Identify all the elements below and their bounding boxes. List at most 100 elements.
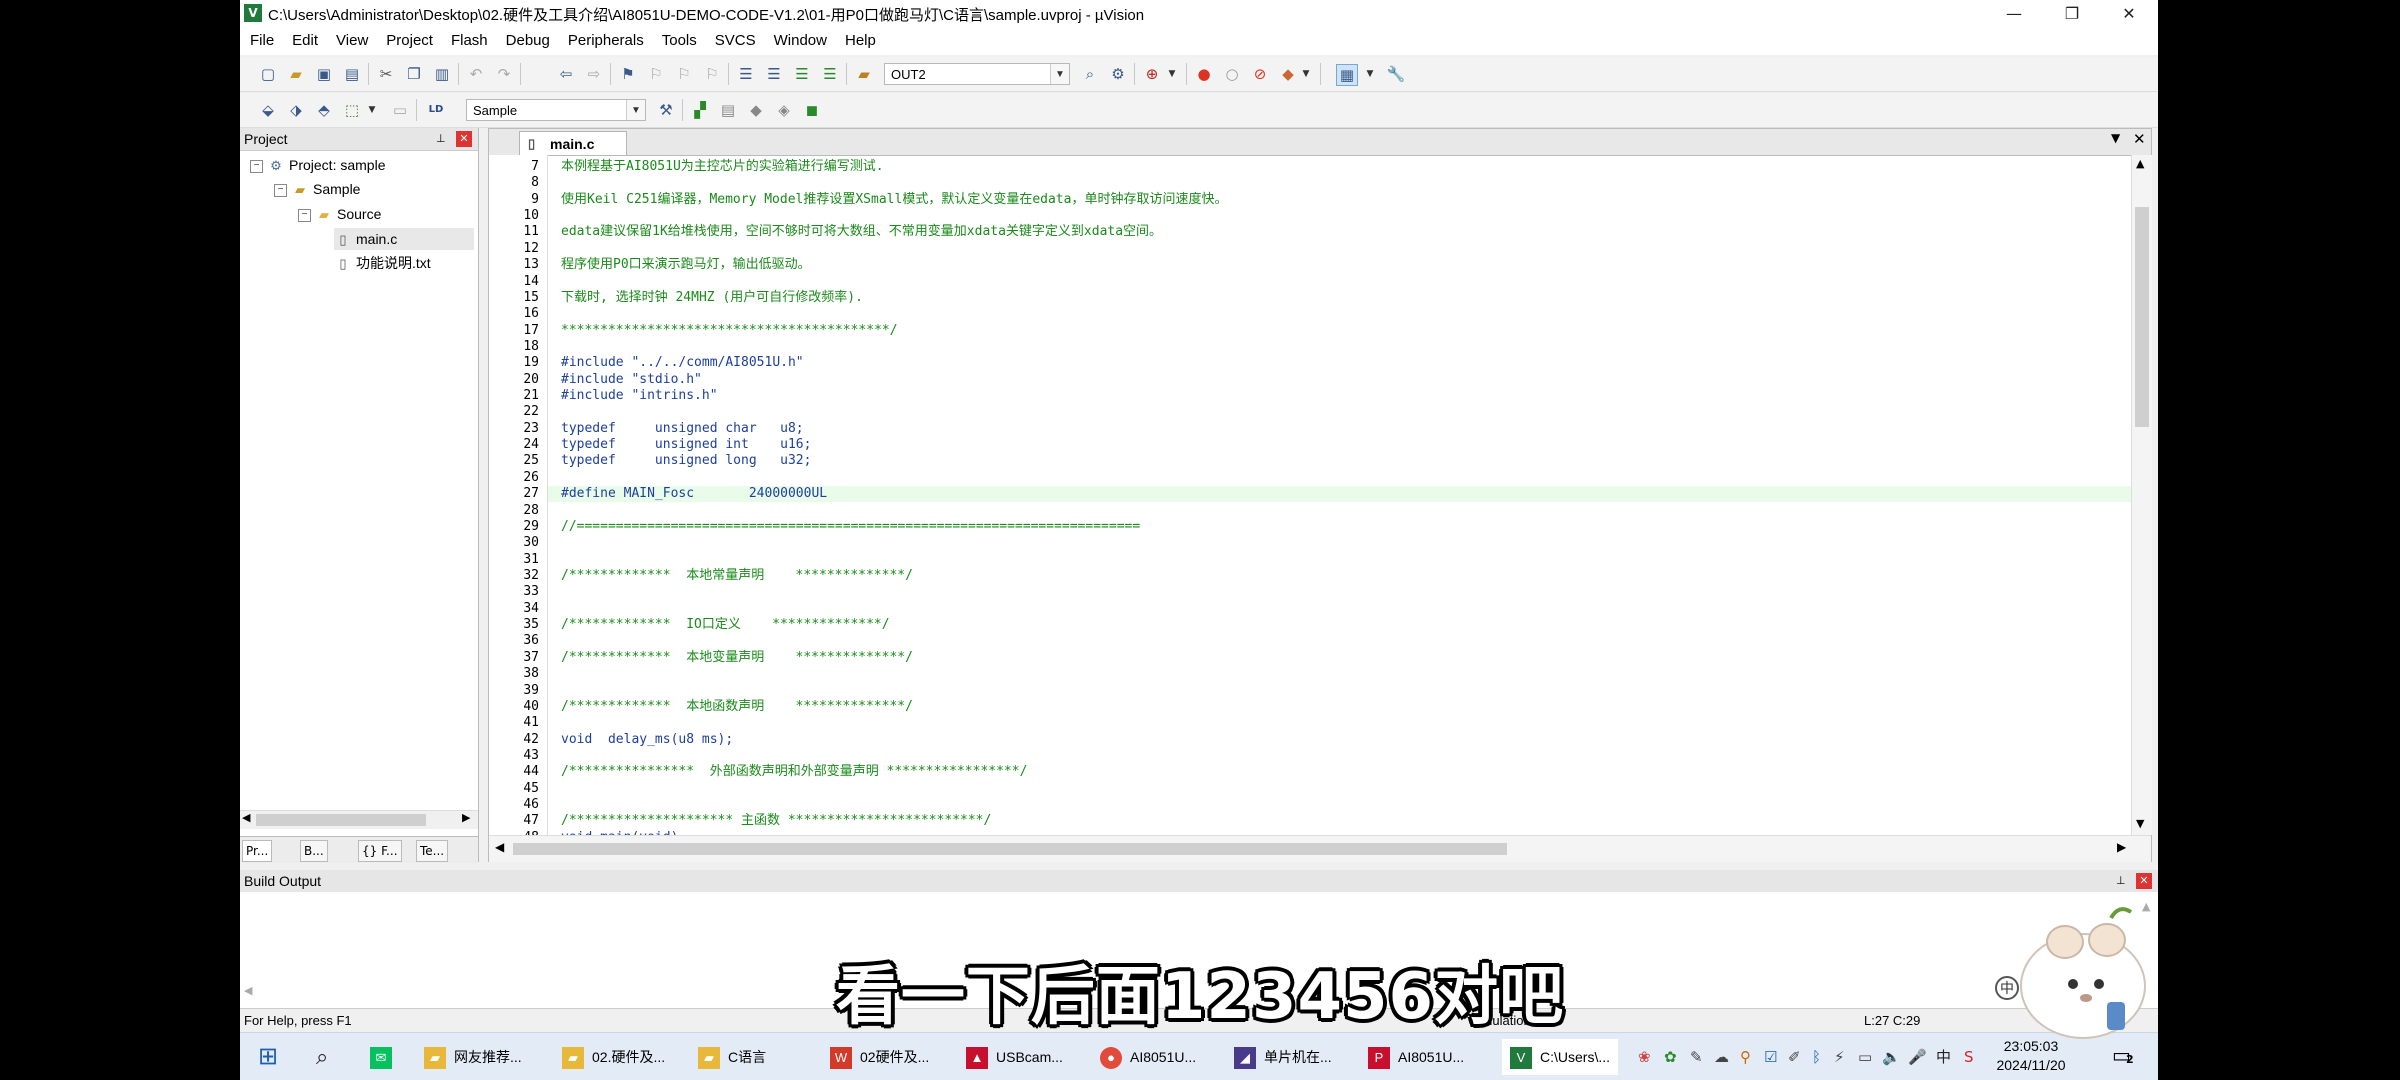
tab-project[interactable]: Pr... [242,840,273,862]
uncomment-icon[interactable]: ☰ [820,64,840,84]
prev-bookmark-icon[interactable]: ⚐ [646,64,666,84]
code-line[interactable]: /**************** 外部函数声明和外部变量声明 ********… [561,764,1027,780]
save-icon[interactable]: ▣ [314,64,334,84]
editor-hscroll[interactable]: ◀ ▶ [489,835,2151,862]
start-icon[interactable]: ⊞ [258,1039,278,1075]
menu-svcs[interactable]: SVCS [706,27,765,55]
close-icon[interactable]: ✕ [2136,873,2152,889]
code-line[interactable]: /************* 本地变量声明 **************/ [561,650,913,666]
network-icon[interactable]: ▭ [1858,1045,1872,1069]
code-editor[interactable]: ▯ main.c ▼ ✕ 7 8 9 10 11 12 13 14 15 16 17 18 19 20 21… [488,128,2152,862]
scroll-down-icon[interactable]: ▼ [2136,817,2144,830]
tab-main-c[interactable]: ▯ main.c [519,131,627,155]
tray-check-icon[interactable]: ☑ [1764,1045,1777,1069]
indent-icon[interactable]: ☰ [736,64,756,84]
search-icon[interactable]: ⌕ [316,1039,328,1075]
menu-debug[interactable]: Debug [497,27,559,55]
project-hscroll[interactable]: ◀ ▶ [240,810,478,829]
tab-templates[interactable]: Te... [416,840,449,862]
scroll-right-icon[interactable]: ▶ [2117,840,2126,854]
cut-icon[interactable]: ✂ [376,64,396,84]
tab-functions[interactable]: {} F... [358,840,402,862]
code-line[interactable]: typedef unsigned long u32; [561,453,811,469]
undo-icon[interactable]: ↶ [466,64,486,84]
select-packs-icon[interactable]: ◆ [746,100,766,120]
code-line[interactable]: #include "stdio.h" [561,372,702,388]
tray-app-icon[interactable]: ☁ [1714,1045,1729,1069]
scroll-thumb[interactable] [513,843,1507,855]
chevron-down-icon[interactable]: ▼ [1296,64,1316,84]
chevron-down-icon[interactable]: ▼ [362,100,382,120]
chevron-down-icon[interactable]: ▼ [1162,64,1182,84]
copy-icon[interactable]: ❐ [404,64,424,84]
close-button[interactable]: ✕ [2100,0,2158,27]
translate-icon[interactable]: ⬙ [258,100,278,120]
tray-search-icon[interactable]: ⚲ [1740,1045,1751,1069]
save-all-icon[interactable]: ▤ [342,64,362,84]
scroll-thumb[interactable] [256,814,426,826]
taskbar-item-3[interactable]: ▰ C语言 [698,1039,766,1075]
build-icon[interactable]: ⬗ [286,100,306,120]
code-line[interactable]: 使用Keil C251编译器，Memory Model推荐设置XSmall模式，… [561,192,1227,208]
tree-group-source[interactable]: − ▰ Source [298,203,381,225]
pin-icon[interactable]: ⊥ [2116,870,2126,892]
chevron-down-icon[interactable]: ▼ [1050,64,1069,84]
menu-project[interactable]: Project [377,27,442,55]
code-line[interactable]: 程序使用P0口来演示跑马灯，输出低驱动。 [561,257,811,273]
configure-icon[interactable]: 🔧 [1386,64,1406,84]
code-line[interactable]: 下载时, 选择时钟 24MHZ (用户可自行修改频率). [561,290,863,306]
next-bookmark-icon[interactable]: ⚐ [674,64,694,84]
tab-books[interactable]: B... [300,840,328,862]
find-combo[interactable]: OUT2 ▼ [884,63,1070,85]
collapse-icon[interactable]: − [250,159,263,173]
menu-flash[interactable]: Flash [442,27,497,55]
scroll-left-icon[interactable]: ◀ [495,840,504,854]
clear-bookmarks-icon[interactable]: ⚐ [702,64,722,84]
chevron-down-icon[interactable]: ▼ [1360,64,1380,84]
code-line[interactable]: //======================================… [561,519,1140,535]
tree-file-readme[interactable]: ▯ 功能说明.txt [334,252,430,274]
minimize-button[interactable]: — [1985,0,2043,27]
tree-file-main-c[interactable]: ▯ main.c [334,228,474,250]
kill-breakpoints-icon[interactable]: ⊘ [1250,64,1270,84]
menu-help[interactable]: Help [836,27,885,55]
runtime-env-icon[interactable]: ◼ [802,100,822,120]
menu-edit[interactable]: Edit [283,27,327,55]
incremental-find-icon[interactable]: ⚙ [1108,64,1128,84]
paste-icon[interactable]: ▥ [432,64,452,84]
tray-app-icon[interactable]: ✿ [1664,1045,1677,1069]
code-line[interactable]: #include "intrins.h" [561,388,718,404]
bookmark-icon[interactable]: ⚑ [618,64,638,84]
code-line[interactable]: edata建议保留1K给堆栈使用，空间不够时可将大数组、不常用变量加xdata关… [561,224,1162,240]
disable-all-breakpoints-icon[interactable]: ◆ [1278,64,1298,84]
clock[interactable]: 23:05:03 2024/11/20 [1976,1037,2086,1075]
code-line[interactable]: typedef unsigned char u8; [561,421,804,437]
menu-view[interactable]: View [327,27,377,55]
disable-breakpoint-icon[interactable]: ○ [1222,64,1242,84]
stop-build-icon[interactable]: ▭ [390,100,410,120]
find-in-files-icon[interactable]: ▰ [854,64,874,84]
chevron-down-icon[interactable]: ▼ [626,100,645,120]
unindent-icon[interactable]: ☰ [764,64,784,84]
menu-window[interactable]: Window [765,27,836,55]
code-line[interactable]: /************* 本地常量声明 **************/ [561,568,913,584]
tree-project-root[interactable]: − ⚙ Project: sample [250,154,385,176]
pack-installer-icon[interactable]: ◈ [774,100,794,120]
menu-tools[interactable]: Tools [653,27,706,55]
taskbar-item-5[interactable]: ▲ USBcam... [966,1039,1063,1075]
code-line[interactable]: /********************* 主函数 *************… [561,813,991,829]
taskbar-item-6[interactable]: ● AI8051U... [1100,1039,1196,1075]
code-line[interactable]: #include "../../comm/AI8051U.h" [561,355,804,371]
code-line[interactable]: /************* IO口定义 **************/ [561,617,890,633]
new-file-icon[interactable]: ▢ [258,64,278,84]
taskbar-item-7[interactable]: ◢ 单片机在... [1234,1039,1332,1075]
collapse-icon[interactable]: − [274,183,287,197]
redo-icon[interactable]: ↷ [494,64,514,84]
bluetooth-icon[interactable]: ᛒ [1812,1045,1821,1069]
load-icon[interactable]: LD [426,100,446,120]
rebuild-icon[interactable]: ⬘ [314,100,334,120]
breakpoint-icon[interactable]: ● [1194,64,1214,84]
microphone-icon[interactable]: 🎤 [1908,1045,1927,1069]
tray-app-icon[interactable]: ❀ [1638,1045,1651,1069]
volume-icon[interactable]: 🔈 [1882,1045,1901,1069]
